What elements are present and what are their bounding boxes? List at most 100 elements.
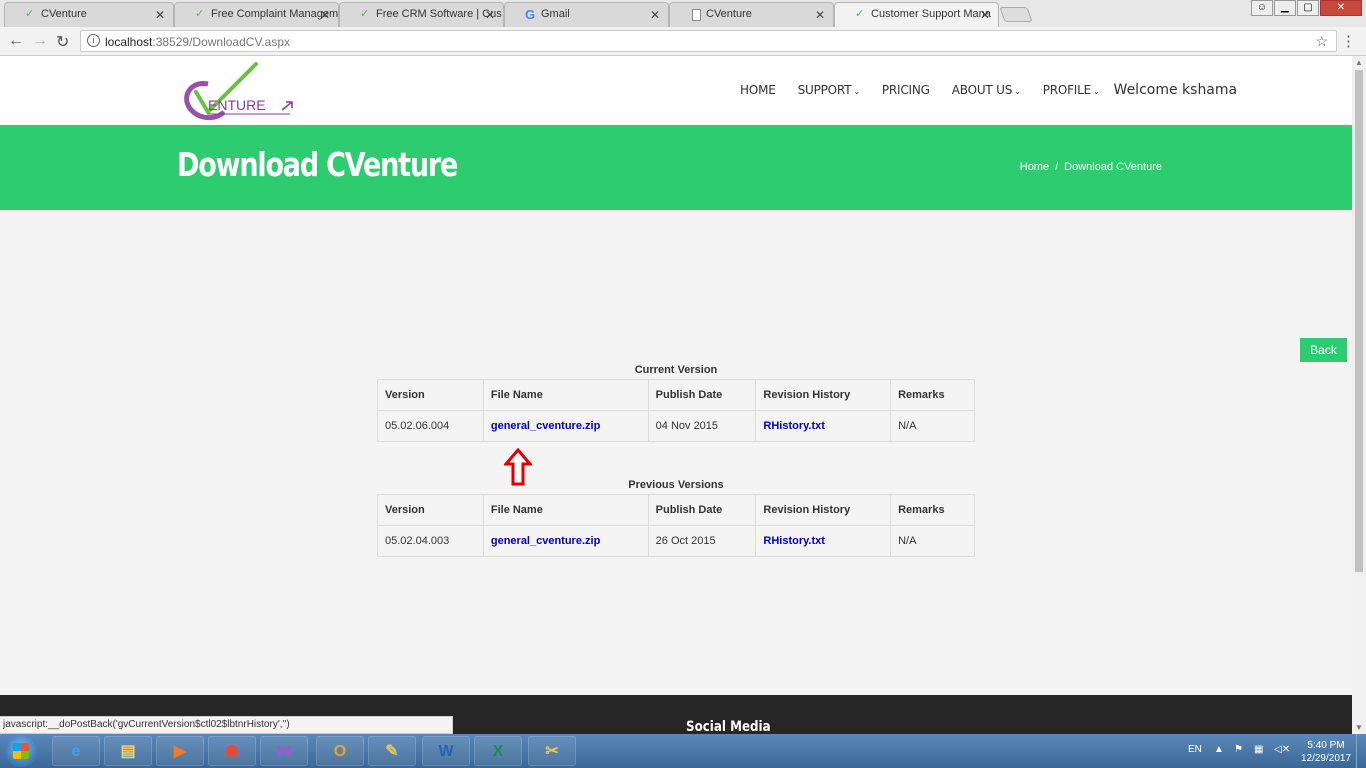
info-icon[interactable]: i xyxy=(87,34,100,47)
file-explorer-icon[interactable]: ▤ xyxy=(104,736,152,766)
visual-studio-icon[interactable]: ⋈ xyxy=(260,736,308,766)
column-header: Publish Date xyxy=(647,494,757,526)
browser-tab[interactable]: ✓ Free Complaint Managem ✕ xyxy=(174,2,339,27)
breadcrumb-current: Download CVenture xyxy=(1064,161,1162,173)
volume-muted-icon[interactable]: ◁✕ xyxy=(1274,744,1290,755)
maximize-button[interactable]: ▢ xyxy=(1297,0,1319,16)
back-arrow-icon[interactable]: ← xyxy=(8,32,24,50)
tab-title: CVenture xyxy=(41,8,87,20)
browser-menu-icon[interactable]: ⋮ xyxy=(1341,32,1356,50)
breadcrumb-separator: / xyxy=(1055,161,1059,173)
browser-tab[interactable]: G Gmail ✕ xyxy=(504,2,669,27)
bookmark-star-icon[interactable]: ☆ xyxy=(1315,33,1328,50)
window-close-button[interactable]: ✕ xyxy=(1320,0,1362,16)
reload-icon[interactable]: ↻ xyxy=(56,32,69,52)
page-icon xyxy=(692,9,701,21)
column-header: Revision History xyxy=(755,494,892,526)
close-icon[interactable]: ✕ xyxy=(320,8,330,22)
nav-home[interactable]: HOME xyxy=(740,83,776,97)
revision-history-link[interactable]: RHistory.txt xyxy=(763,420,825,432)
chrome-icon[interactable]: ◉ xyxy=(208,736,256,766)
nav-support[interactable]: SUPPORT ⌄ xyxy=(798,83,860,97)
url-host: localhost xyxy=(105,35,153,49)
previous-versions-caption: Previous Versions xyxy=(628,479,724,491)
page-scrollbar[interactable]: ▲ ▼ xyxy=(1352,56,1366,734)
url-input[interactable]: i localhost:38529/DownloadCV.aspx ☆ xyxy=(80,30,1337,52)
column-header: Revision History xyxy=(755,379,892,411)
excel-icon[interactable]: X xyxy=(474,736,522,766)
network-icon[interactable]: ▦ xyxy=(1254,744,1263,755)
column-header: Remarks xyxy=(890,379,975,411)
cventure-logo[interactable]: ENTURE xyxy=(178,62,296,122)
column-header: File Name xyxy=(482,494,649,526)
chevron-down-icon: ⌄ xyxy=(853,87,860,96)
download-file-link[interactable]: general_cventure.zip xyxy=(491,420,600,432)
version-cell: 05.02.06.004 xyxy=(377,410,484,442)
social-media-heading: Social Media xyxy=(686,719,771,734)
media-player-icon[interactable]: ▶ xyxy=(156,736,204,766)
nav-about[interactable]: ABOUT US ⌄ xyxy=(952,83,1021,97)
column-header: Version xyxy=(377,494,484,526)
browser-tab[interactable]: ✓ CVenture ✕ xyxy=(4,2,174,27)
revision-history-link[interactable]: RHistory.txt xyxy=(763,535,825,547)
cventure-check-icon: ✓ xyxy=(855,8,865,20)
language-indicator[interactable]: EN xyxy=(1188,744,1202,755)
download-file-link[interactable]: general_cventure.zip xyxy=(491,535,600,547)
table-row: 05.02.04.003 general_cventure.zip 26 Oct… xyxy=(377,525,975,557)
url-path: :38529/DownloadCV.aspx xyxy=(152,35,291,49)
browser-tab[interactable]: CVenture ✕ xyxy=(669,2,834,27)
remarks-cell: N/A xyxy=(890,525,975,557)
welcome-user: Welcome kshama xyxy=(1113,82,1238,98)
show-desktop-button[interactable] xyxy=(1356,734,1366,768)
nav-support-label: SUPPORT xyxy=(797,83,852,97)
close-icon[interactable]: ✕ xyxy=(155,8,165,22)
file-cell: general_cventure.zip xyxy=(482,525,649,557)
new-tab-button[interactable] xyxy=(999,7,1033,22)
nav-pricing[interactable]: PRICING xyxy=(882,83,930,97)
snipping-tool-icon[interactable]: ✂ xyxy=(528,736,576,766)
window-controls: ☺ ▁ ▢ ✕ xyxy=(1250,0,1362,16)
tray-expand-icon[interactable]: ▲ xyxy=(1214,744,1224,755)
close-icon[interactable]: ✕ xyxy=(485,8,495,22)
minimize-button[interactable]: ▁ xyxy=(1274,0,1296,16)
browser-tab-bar: ✓ CVenture ✕ ✓ Free Complaint Managem ✕ … xyxy=(0,0,1366,27)
windows-logo-icon xyxy=(13,743,29,759)
tab-title: CVenture xyxy=(706,8,752,20)
table-header-row: Version File Name Publish Date Revision … xyxy=(377,379,975,411)
column-header: File Name xyxy=(482,379,649,411)
close-icon[interactable]: ✕ xyxy=(815,8,825,22)
version-cell: 05.02.04.003 xyxy=(377,525,484,557)
breadcrumb: Home / Download CVenture xyxy=(1020,161,1162,173)
scrollbar-thumb[interactable] xyxy=(1355,70,1363,572)
forward-arrow-icon[interactable]: → xyxy=(32,32,48,50)
page-content: ENTURE HOME SUPPORT ⌄ PRICING ABOUT US ⌄ P… xyxy=(0,56,1352,734)
address-bar: ← → ↻ i localhost:38529/DownloadCV.aspx … xyxy=(0,27,1366,56)
scroll-up-icon[interactable]: ▲ xyxy=(1355,58,1363,67)
paint-icon[interactable]: ✎ xyxy=(368,736,416,766)
start-button[interactable] xyxy=(4,735,38,767)
nav-profile[interactable]: PROFILE ⌄ xyxy=(1043,83,1100,97)
close-icon[interactable]: ✕ xyxy=(980,8,990,22)
action-center-flag-icon[interactable]: ⚑ xyxy=(1234,744,1243,755)
publish-date-cell: 04 Nov 2015 xyxy=(647,410,757,442)
back-button[interactable]: Back xyxy=(1300,338,1347,362)
scroll-down-icon[interactable]: ▼ xyxy=(1355,723,1363,732)
word-icon[interactable]: W xyxy=(422,736,470,766)
windows-taskbar: e ▤ ▶ ◉ ⋈ O ✎ W X ✂ EN ▲ ⚑ ▦ ◁✕ 5:40 PM … xyxy=(0,734,1366,768)
browser-tab[interactable]: ✓ Free CRM Software | Cus ✕ xyxy=(339,2,504,27)
main-nav: HOME SUPPORT ⌄ PRICING ABOUT US ⌄ PROFILE ⌄… xyxy=(740,82,1237,98)
publish-date-cell: 26 Oct 2015 xyxy=(647,525,757,557)
site-header: ENTURE HOME SUPPORT ⌄ PRICING ABOUT US ⌄ P… xyxy=(0,56,1352,125)
column-header: Version xyxy=(377,379,484,411)
browser-tab-active[interactable]: ✓ Customer Support Mana ✕ xyxy=(834,2,999,27)
page-banner: Download CVenture Home / Download CVenture xyxy=(0,125,1352,210)
close-icon[interactable]: ✕ xyxy=(650,8,660,22)
breadcrumb-home[interactable]: Home xyxy=(1020,161,1049,173)
tab-title: Customer Support Mana xyxy=(871,8,991,20)
nav-profile-label: PROFILE xyxy=(1042,83,1092,97)
history-cell: RHistory.txt xyxy=(755,410,892,442)
internet-explorer-icon[interactable]: e xyxy=(52,736,100,766)
system-clock[interactable]: 5:40 PM 12/29/2017 xyxy=(1296,739,1356,765)
outlook-icon[interactable]: O xyxy=(316,736,364,766)
user-icon[interactable]: ☺ xyxy=(1251,0,1273,16)
